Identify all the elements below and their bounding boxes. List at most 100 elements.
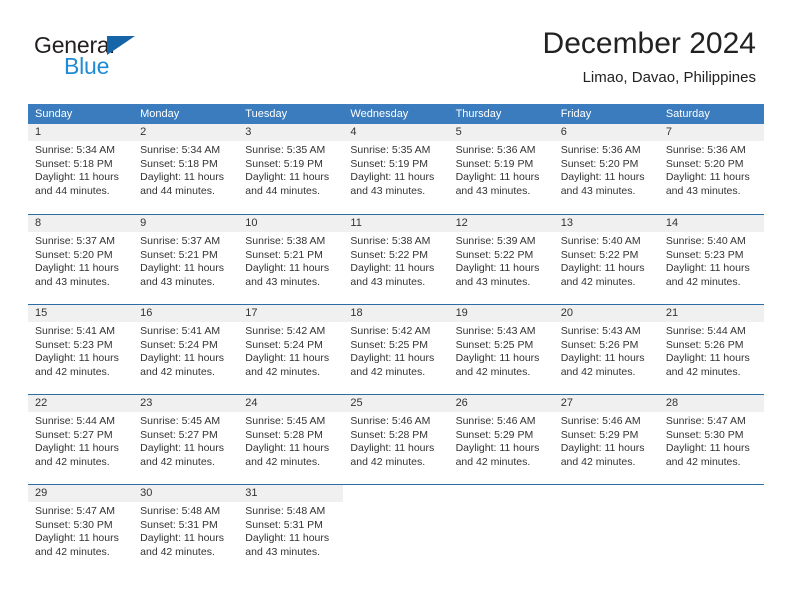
- calendar-week-row: 1 Sunrise: 5:34 AM Sunset: 5:18 PM Dayli…: [28, 124, 764, 214]
- daylight-text-line1: Daylight: 11 hours: [665, 442, 750, 455]
- day-number: 13: [560, 217, 573, 229]
- day-cell[interactable]: 6 Sunrise: 5:36 AM Sunset: 5:20 PM Dayli…: [553, 124, 659, 214]
- daylight-text-line2: and 42 minutes.: [35, 455, 110, 468]
- day-cell[interactable]: 20 Sunrise: 5:43 AM Sunset: 5:26 PM Dayl…: [553, 305, 659, 394]
- daylight-text-line2: and 42 minutes.: [455, 365, 531, 378]
- day-cell[interactable]: 31 Sunrise: 5:48 AM Sunset: 5:31 PM Dayl…: [238, 485, 344, 574]
- sunrise-text: Sunrise: 5:48 AM: [140, 505, 221, 517]
- day-info: Sunrise: 5:44 AM Sunset: 5:26 PM Dayligh…: [659, 322, 764, 379]
- calendar-week-row: 15 Sunrise: 5:41 AM Sunset: 5:23 PM Dayl…: [28, 304, 764, 394]
- daylight-text-line1: Daylight: 11 hours: [665, 171, 750, 184]
- daylight-text-line1: Daylight: 11 hours: [455, 171, 540, 184]
- day-number-band: 24: [238, 395, 344, 412]
- day-number: 15: [35, 307, 48, 319]
- day-number: 27: [560, 397, 573, 409]
- day-number-band: 16: [133, 305, 239, 322]
- day-number: 8: [35, 217, 42, 229]
- day-number-band: 27: [553, 395, 659, 412]
- day-cell[interactable]: 26 Sunrise: 5:46 AM Sunset: 5:29 PM Dayl…: [448, 395, 554, 484]
- day-cell[interactable]: 29 Sunrise: 5:47 AM Sunset: 5:30 PM Dayl…: [28, 485, 134, 574]
- sunset-text: Sunset: 5:21 PM: [140, 248, 218, 261]
- day-number-band: 10: [238, 215, 344, 232]
- day-cell[interactable]: 3 Sunrise: 5:35 AM Sunset: 5:19 PM Dayli…: [238, 124, 344, 214]
- day-cell[interactable]: 4 Sunrise: 5:35 AM Sunset: 5:19 PM Dayli…: [343, 124, 449, 214]
- sunset-text: Sunset: 5:20 PM: [35, 248, 113, 261]
- sunrise-text: Sunrise: 5:46 AM: [350, 415, 431, 427]
- day-info: Sunrise: 5:39 AM Sunset: 5:22 PM Dayligh…: [449, 232, 554, 289]
- day-info: Sunrise: 5:41 AM Sunset: 5:24 PM Dayligh…: [133, 322, 238, 379]
- day-cell[interactable]: 18 Sunrise: 5:42 AM Sunset: 5:25 PM Dayl…: [343, 305, 449, 394]
- day-cell[interactable]: 23 Sunrise: 5:45 AM Sunset: 5:27 PM Dayl…: [133, 395, 239, 484]
- daylight-text-line2: and 42 minutes.: [245, 455, 320, 468]
- weekday-header-friday: Friday: [560, 108, 592, 120]
- day-number: 26: [455, 397, 468, 409]
- day-cell[interactable]: 8 Sunrise: 5:37 AM Sunset: 5:20 PM Dayli…: [28, 215, 134, 304]
- sunrise-text: Sunrise: 5:45 AM: [245, 415, 326, 427]
- generalblue-logo[interactable]: General Blue: [34, 32, 234, 88]
- day-info: Sunrise: 5:36 AM Sunset: 5:20 PM Dayligh…: [554, 141, 659, 198]
- day-number: 29: [35, 487, 48, 499]
- day-number: 17: [245, 307, 258, 319]
- day-cell[interactable]: 1 Sunrise: 5:34 AM Sunset: 5:18 PM Dayli…: [28, 124, 134, 214]
- day-info: Sunrise: 5:48 AM Sunset: 5:31 PM Dayligh…: [238, 502, 343, 559]
- daylight-text-line2: and 43 minutes.: [350, 275, 426, 288]
- sunset-text: Sunset: 5:30 PM: [665, 428, 744, 441]
- day-number-band: 22: [28, 395, 134, 412]
- day-cell[interactable]: 28 Sunrise: 5:47 AM Sunset: 5:30 PM Dayl…: [658, 395, 764, 484]
- day-number: 4: [350, 126, 357, 138]
- day-number-band: 17: [238, 305, 344, 322]
- calendar-week-row: 29 Sunrise: 5:47 AM Sunset: 5:30 PM Dayl…: [28, 484, 764, 574]
- day-cell[interactable]: 14 Sunrise: 5:40 AM Sunset: 5:23 PM Dayl…: [658, 215, 764, 304]
- day-cell[interactable]: 19 Sunrise: 5:43 AM Sunset: 5:25 PM Dayl…: [448, 305, 554, 394]
- day-cell[interactable]: 13 Sunrise: 5:40 AM Sunset: 5:22 PM Dayl…: [553, 215, 659, 304]
- day-number: 6: [560, 126, 567, 138]
- day-cell[interactable]: 12 Sunrise: 5:39 AM Sunset: 5:22 PM Dayl…: [448, 215, 554, 304]
- day-number-band: 21: [658, 305, 764, 322]
- sunrise-text: Sunrise: 5:35 AM: [350, 144, 431, 156]
- day-cell[interactable]: 25 Sunrise: 5:46 AM Sunset: 5:28 PM Dayl…: [343, 395, 449, 484]
- day-number-band: 30: [133, 485, 239, 502]
- day-cell[interactable]: 17 Sunrise: 5:42 AM Sunset: 5:24 PM Dayl…: [238, 305, 344, 394]
- day-cell[interactable]: 5 Sunrise: 5:36 AM Sunset: 5:19 PM Dayli…: [448, 124, 554, 214]
- daylight-text-line2: and 43 minutes.: [350, 184, 426, 197]
- day-cell[interactable]: 10 Sunrise: 5:38 AM Sunset: 5:21 PM Dayl…: [238, 215, 344, 304]
- day-cell[interactable]: 27 Sunrise: 5:46 AM Sunset: 5:29 PM Dayl…: [553, 395, 659, 484]
- day-cell[interactable]: 2 Sunrise: 5:34 AM Sunset: 5:18 PM Dayli…: [133, 124, 239, 214]
- daylight-text-line1: Daylight: 11 hours: [245, 532, 330, 545]
- day-cell[interactable]: 21 Sunrise: 5:44 AM Sunset: 5:26 PM Dayl…: [658, 305, 764, 394]
- day-info: Sunrise: 5:42 AM Sunset: 5:24 PM Dayligh…: [238, 322, 343, 379]
- day-cell[interactable]: 15 Sunrise: 5:41 AM Sunset: 5:23 PM Dayl…: [28, 305, 134, 394]
- daylight-text-line1: Daylight: 11 hours: [140, 171, 224, 184]
- sunrise-text: Sunrise: 5:37 AM: [35, 235, 115, 247]
- daylight-text-line1: Daylight: 11 hours: [35, 442, 119, 455]
- daylight-text-line2: and 42 minutes.: [350, 455, 426, 468]
- daylight-text-line1: Daylight: 11 hours: [245, 442, 330, 455]
- day-cell[interactable]: 30 Sunrise: 5:48 AM Sunset: 5:31 PM Dayl…: [133, 485, 239, 574]
- daylight-text-line2: and 42 minutes.: [35, 545, 110, 558]
- sunrise-text: Sunrise: 5:40 AM: [560, 235, 641, 247]
- weekday-header-thursday: Thursday: [455, 108, 502, 120]
- day-number-band: 9: [133, 215, 239, 232]
- day-cell[interactable]: 24 Sunrise: 5:45 AM Sunset: 5:28 PM Dayl…: [238, 395, 344, 484]
- daylight-text-line2: and 42 minutes.: [665, 365, 741, 378]
- weekday-header-sunday: Sunday: [35, 108, 73, 120]
- day-cell[interactable]: 22 Sunrise: 5:44 AM Sunset: 5:27 PM Dayl…: [28, 395, 134, 484]
- daylight-text-line2: and 44 minutes.: [140, 184, 215, 197]
- sunset-text: Sunset: 5:24 PM: [140, 338, 218, 351]
- day-cell[interactable]: 7 Sunrise: 5:36 AM Sunset: 5:20 PM Dayli…: [658, 124, 764, 214]
- day-info: Sunrise: 5:45 AM Sunset: 5:27 PM Dayligh…: [133, 412, 238, 469]
- day-cell[interactable]: 9 Sunrise: 5:37 AM Sunset: 5:21 PM Dayli…: [133, 215, 239, 304]
- daylight-text-line2: and 42 minutes.: [665, 455, 741, 468]
- day-cell[interactable]: 16 Sunrise: 5:41 AM Sunset: 5:24 PM Dayl…: [133, 305, 239, 394]
- day-info: Sunrise: 5:47 AM Sunset: 5:30 PM Dayligh…: [28, 502, 133, 559]
- daylight-text-line2: and 42 minutes.: [350, 365, 426, 378]
- daylight-text-line2: and 42 minutes.: [140, 365, 215, 378]
- sunrise-text: Sunrise: 5:47 AM: [665, 415, 746, 427]
- day-cell[interactable]: 11 Sunrise: 5:38 AM Sunset: 5:22 PM Dayl…: [343, 215, 449, 304]
- day-number-band: 31: [238, 485, 344, 502]
- daylight-text-line1: Daylight: 11 hours: [245, 352, 330, 365]
- day-info: Sunrise: 5:40 AM Sunset: 5:22 PM Dayligh…: [554, 232, 659, 289]
- day-number: 22: [35, 397, 48, 409]
- weekday-header-monday: Monday: [140, 108, 180, 120]
- sunrise-text: Sunrise: 5:41 AM: [140, 325, 221, 337]
